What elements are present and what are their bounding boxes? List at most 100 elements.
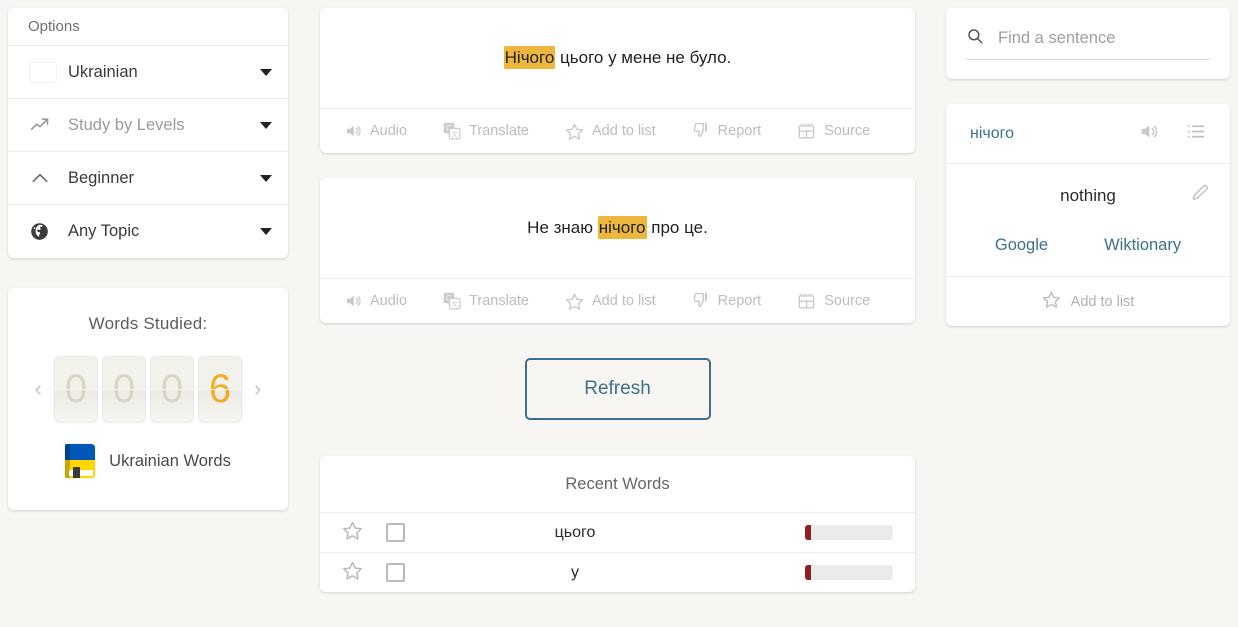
- row-checkbox[interactable]: [386, 523, 405, 542]
- table-row: цього: [320, 512, 915, 552]
- translate-button[interactable]: G 文 Translate: [443, 292, 529, 310]
- sentence-actions: Audio G 文 Translate Add to list Report S…: [320, 108, 915, 153]
- translate-label: Translate: [469, 293, 529, 309]
- words-studied-title: Words Studied:: [88, 314, 208, 333]
- chevron-down-icon[interactable]: [260, 121, 272, 129]
- star-icon[interactable]: [342, 560, 372, 586]
- word-detail-header-icons: [1138, 121, 1206, 147]
- star-icon[interactable]: [342, 520, 372, 546]
- add-to-list-button[interactable]: Add to list: [565, 122, 656, 141]
- counter-digits: 0 0 0 6: [54, 356, 242, 422]
- sidebar-item-level[interactable]: Beginner: [8, 152, 288, 205]
- counter-prev-button[interactable]: ‹: [33, 378, 44, 400]
- progress-bar: [805, 525, 893, 540]
- audio-button[interactable]: Audio: [344, 122, 407, 140]
- sidebar: Options Ukrainian Study by Levels Beginn…: [8, 8, 288, 510]
- recent-word-label: цього: [554, 523, 596, 541]
- sentence-suffix: про це.: [646, 218, 708, 238]
- words-studied-panel: Words Studied: ‹ 0 0 0 6 › Ukrainian Wor…: [8, 288, 288, 510]
- sentence-card: Не знаю нічого про це. Audio G 文 Transla…: [320, 178, 915, 323]
- chevron-down-icon[interactable]: [260, 174, 272, 182]
- words-studied-footer-label: Ukrainian Words: [109, 451, 231, 470]
- word-detail-header: нічого: [946, 104, 1230, 164]
- chevron-down-icon[interactable]: [260, 68, 272, 76]
- audio-button[interactable]: Audio: [344, 292, 407, 310]
- counter-digit: 0: [150, 356, 194, 422]
- newspaper-icon: [797, 122, 816, 141]
- words-studied-counter: ‹ 0 0 0 6 ›: [33, 356, 264, 422]
- row-checkbox[interactable]: [386, 563, 405, 582]
- word-detail-body: nothing Google Wiktionary: [946, 164, 1230, 276]
- globe-icon: [30, 222, 56, 241]
- google-link[interactable]: Google: [995, 236, 1048, 255]
- source-button[interactable]: Source: [797, 292, 870, 311]
- thumbs-down-icon: [692, 292, 710, 310]
- chevron-up-icon: [30, 168, 56, 188]
- sentence-prefix: Не знаю: [527, 218, 598, 238]
- recent-words-title: Recent Words: [565, 474, 670, 493]
- recent-word-label: у: [571, 563, 579, 581]
- edit-pencil-icon[interactable]: [1190, 182, 1210, 207]
- speaker-icon: [344, 292, 362, 310]
- sidebar-item-language[interactable]: Ukrainian: [8, 46, 288, 99]
- highlighted-word[interactable]: нічого: [597, 216, 647, 240]
- star-icon: [565, 122, 584, 141]
- sidebar-item-topic[interactable]: Any Topic: [8, 205, 288, 258]
- highlighted-word[interactable]: Нічого: [503, 46, 556, 70]
- chevron-down-icon[interactable]: [260, 228, 272, 235]
- translation-text: nothing: [1060, 186, 1116, 205]
- sidebar-item-topic-label: Any Topic: [68, 222, 140, 240]
- recent-words-panel: Recent Words цього у: [320, 456, 915, 592]
- refresh-button[interactable]: Refresh: [524, 358, 711, 420]
- app-root: Options Ukrainian Study by Levels Beginn…: [0, 0, 1238, 627]
- sentence-actions: Audio G 文 Translate Add to list Report S…: [320, 278, 915, 323]
- ukraine-flag-icon: [30, 63, 56, 82]
- translate-button[interactable]: G 文 Translate: [443, 122, 529, 140]
- svg-text:文: 文: [451, 300, 458, 309]
- sidebar-item-language-label: Ukrainian: [68, 62, 138, 81]
- word-add-to-list-label: Add to list: [1070, 293, 1135, 310]
- wiktionary-link[interactable]: Wiktionary: [1104, 236, 1181, 255]
- report-label: Report: [717, 123, 762, 139]
- report-label: Report: [717, 293, 762, 309]
- word-detail-panel: нічого nothing Google Wiktionary Add to …: [946, 104, 1230, 326]
- svg-text:文: 文: [451, 130, 458, 139]
- counter-digit: 0: [102, 356, 146, 422]
- counter-digit: 0: [54, 356, 98, 422]
- sidebar-item-study-mode-label: Study by Levels: [68, 115, 185, 134]
- list-icon[interactable]: [1185, 121, 1206, 147]
- right-column: нічого: [946, 8, 1230, 326]
- google-translate-icon: G 文: [443, 292, 461, 310]
- add-to-list-button[interactable]: Add to list: [565, 292, 656, 311]
- search-icon: [966, 27, 984, 50]
- word-add-to-list-button[interactable]: Add to list: [946, 276, 1230, 326]
- sidebar-item-level-label: Beginner: [68, 168, 135, 187]
- speaker-icon: [344, 122, 362, 140]
- thumbs-down-icon: [692, 122, 710, 140]
- counter-next-button[interactable]: ›: [252, 378, 263, 400]
- speaker-icon[interactable]: [1138, 121, 1159, 147]
- table-row: у: [320, 552, 915, 592]
- add-to-list-label: Add to list: [592, 293, 656, 309]
- report-button[interactable]: Report: [692, 292, 762, 310]
- star-icon: [565, 292, 584, 311]
- search-input[interactable]: [998, 29, 1210, 48]
- google-translate-icon: G 文: [443, 122, 461, 140]
- options-header: Options: [8, 8, 288, 46]
- audio-label: Audio: [370, 293, 408, 309]
- ukrainian-book-icon: [65, 444, 96, 478]
- counter-digit: 6: [198, 356, 242, 422]
- source-button[interactable]: Source: [797, 122, 870, 141]
- sidebar-item-study-mode[interactable]: Study by Levels: [8, 99, 288, 152]
- source-label: Source: [824, 123, 871, 139]
- source-label: Source: [824, 293, 871, 309]
- report-button[interactable]: Report: [692, 122, 762, 140]
- progress-bar: [805, 565, 893, 580]
- search-inner: [966, 27, 1210, 60]
- dictionary-links: Google Wiktionary: [970, 236, 1206, 255]
- sentence-text: Не знаю нічого про це.: [527, 215, 708, 241]
- add-to-list-label: Add to list: [592, 123, 656, 139]
- sentence-body: Нічого цього у мене не було.: [320, 8, 915, 108]
- translate-label: Translate: [469, 123, 529, 139]
- words-studied-footer: Ukrainian Words: [65, 444, 231, 478]
